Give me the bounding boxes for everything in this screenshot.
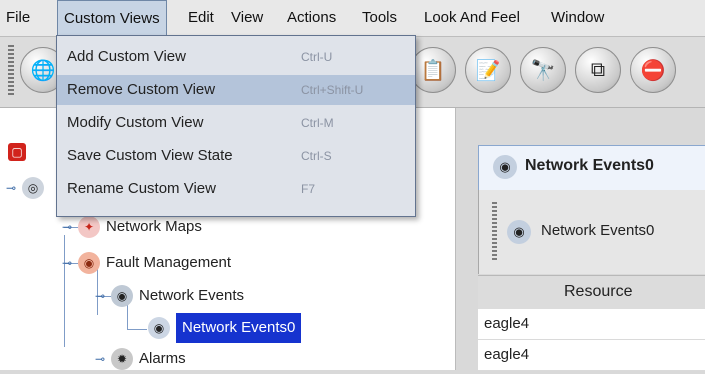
network-events0-icon: ◉	[148, 317, 170, 339]
menu-item-shortcut: Ctrl+Shift-U	[301, 83, 364, 97]
menu-tools[interactable]: Tools	[356, 0, 403, 36]
tree-item-label-selected: Network Events0	[176, 313, 302, 343]
table-header: Resource	[478, 275, 705, 310]
fault-management-icon: ◉	[78, 252, 100, 274]
app-node-icon: ◎	[22, 177, 44, 199]
panel-title-bar: Network Events0 ◉	[478, 145, 705, 191]
menu-item-shortcut: Ctrl-S	[301, 149, 332, 163]
menu-item-shortcut: Ctrl-M	[301, 116, 334, 130]
tree-node[interactable]: ⊸ ◎	[6, 173, 50, 203]
menu-actions[interactable]: Actions	[281, 0, 342, 36]
globe-icon: 🌐	[30, 59, 56, 82]
menu-window[interactable]: Window	[545, 0, 610, 36]
strip-grip[interactable]	[492, 202, 497, 260]
menu-item-remove-custom-view[interactable]: Remove Custom View Ctrl+Shift-U	[57, 75, 415, 105]
menu-actions-label: Actions	[287, 9, 337, 26]
menu-view-label: View	[231, 9, 264, 26]
menu-item-label: Rename Custom View	[67, 180, 216, 197]
tree-item-network-events0[interactable]: ◉ Network Events0	[148, 313, 302, 343]
tree-item-fault-management[interactable]: ⊸ ◉ Fault Management	[62, 248, 231, 278]
menu-custom-views[interactable]: Custom Views	[57, 0, 167, 36]
menu-item-rename-custom-view[interactable]: Rename Custom View F7	[57, 174, 415, 204]
stop-icon: ⛔	[640, 59, 666, 82]
custom-views-dropdown: Add Custom View Ctrl-U Remove Custom Vie…	[56, 35, 416, 217]
network-maps-icon: ✦	[78, 216, 100, 238]
column-header-resource[interactable]: Resource	[564, 283, 632, 301]
network-events-icon: ◉	[111, 285, 133, 307]
edit-icon: 📝	[475, 59, 501, 82]
toolbar-button-3[interactable]: 📝	[465, 47, 511, 93]
network-events0-strip-icon: ◉	[507, 220, 531, 244]
table-cell: eagle4	[484, 346, 530, 363]
binoculars-icon: 🔭	[530, 59, 556, 82]
menu-item-shortcut: F7	[301, 182, 316, 196]
tree-root-node[interactable]: ▢	[8, 137, 32, 167]
menu-edit[interactable]: Edit	[182, 0, 220, 36]
tree-expand-toggle[interactable]: ⊸	[95, 281, 109, 311]
tree-line	[127, 329, 147, 330]
properties-icon: 📋	[420, 59, 446, 82]
menu-window-label: Window	[551, 9, 605, 26]
menu-look-and-feel-label: Look And Feel	[424, 9, 520, 26]
menu-item-label: Add Custom View	[67, 48, 186, 65]
menu-item-add-custom-view[interactable]: Add Custom View Ctrl-U	[57, 42, 415, 72]
tree-item-label: Fault Management	[106, 254, 232, 271]
menu-item-label: Modify Custom View	[67, 114, 204, 131]
tree-expand-toggle[interactable]: ⊸	[62, 248, 76, 278]
menu-item-shortcut: Ctrl-U	[301, 50, 333, 64]
menu-tools-label: Tools	[362, 9, 398, 26]
menu-item-label: Save Custom View State	[67, 147, 233, 164]
table-row[interactable]: eagle4	[478, 340, 705, 371]
window-icon: ⧉	[590, 58, 606, 81]
table-cell: eagle4	[484, 315, 530, 332]
menu-bar: File Custom Views Edit View Actions Tool…	[0, 0, 705, 37]
menu-look-and-feel[interactable]: Look And Feel	[418, 0, 526, 36]
menu-item-save-custom-view-state[interactable]: Save Custom View State Ctrl-S	[57, 141, 415, 171]
menu-view[interactable]: View	[225, 0, 269, 36]
toolbar-button-4[interactable]: 🔭	[520, 47, 566, 93]
toolbar-button-6[interactable]: ⛔	[630, 47, 676, 93]
strip-label: Network Events0	[541, 222, 655, 239]
menu-file[interactable]: File	[0, 0, 36, 36]
table-row[interactable]: eagle4	[478, 309, 705, 340]
panel-title: Network Events0	[525, 157, 654, 174]
alarms-icon: ✹	[111, 348, 133, 370]
menu-item-label: Remove Custom View	[67, 81, 216, 98]
menu-custom-views-label: Custom Views	[64, 10, 160, 27]
menu-file-label: File	[6, 9, 31, 26]
menu-item-modify-custom-view[interactable]: Modify Custom View Ctrl-M	[57, 108, 415, 138]
toolbar-button-2[interactable]: 📋	[410, 47, 456, 93]
tree-item-network-events[interactable]: ⊸ ◉ Network Events	[95, 281, 244, 311]
tree-expand-toggle[interactable]: ⊸	[6, 173, 20, 203]
panel-toolbar-strip: ◉ Network Events0	[478, 190, 705, 274]
toolbar-button-5[interactable]: ⧉	[575, 47, 621, 93]
pane-splitter[interactable]	[455, 108, 469, 370]
menu-edit-label: Edit	[188, 9, 214, 26]
toolbar-grip[interactable]	[8, 45, 14, 97]
tree-item-label: Network Events	[139, 287, 245, 304]
network-events0-title-icon: ◉	[493, 155, 517, 179]
root-icon: ▢	[8, 143, 26, 161]
